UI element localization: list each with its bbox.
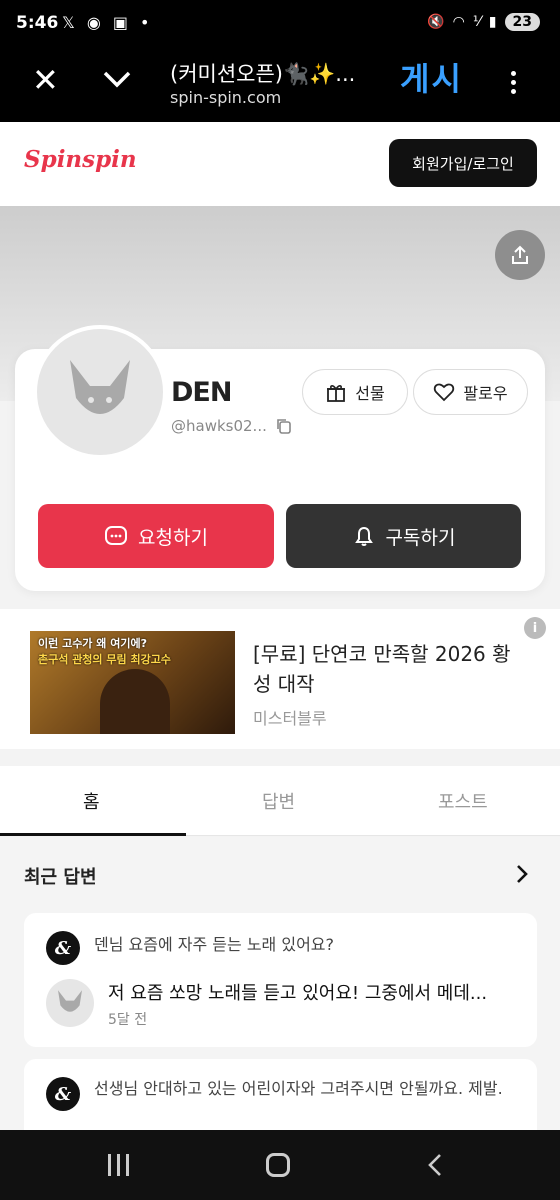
spinspin-icon: & [46, 1077, 80, 1111]
chevron-right-icon[interactable] [512, 863, 532, 885]
ad-logo[interactable]: 게시 [400, 54, 463, 100]
gift-icon [327, 385, 346, 402]
screen-capture-icon: ▣ [112, 13, 128, 32]
tab-home[interactable]: 홈 [83, 788, 100, 814]
avatar [46, 979, 94, 1027]
follow-label: 팔로우 [463, 384, 508, 403]
system-icons: 🔇 ◠ ⅟ ▮ 23 [427, 13, 540, 31]
battery-badge: 23 [504, 13, 540, 31]
answer-time: 5달 전 [108, 1012, 148, 1028]
request-button[interactable]: 요청하기 [38, 504, 274, 568]
signal-icon: ▮ [488, 14, 497, 30]
share-icon [512, 245, 528, 264]
ad-block[interactable]: 이런 고수가 왜 여기에? 촌구석 관청의 무림 최강고수 [무료] 단연코 만… [0, 609, 560, 749]
gift-button[interactable]: 선물 [302, 369, 408, 415]
dot-icon: • [139, 13, 150, 32]
question-text: 선생님 안대하고 있는 어린이자와 그려주시면 안될까요. 제발. [94, 1079, 503, 1098]
site-header: Spinspin 회원가입/로그인 [0, 122, 560, 206]
question-text: 덴님 요즘에 자주 듣는 노래 있어요? [94, 935, 335, 954]
tab-bar: 홈 답변 포스트 [0, 766, 560, 836]
volte-icon: ⅟ [472, 14, 481, 30]
discord-icon: ◉ [86, 13, 101, 32]
page-title: (커미션오픈)🐈‍⬛✨... [170, 62, 356, 86]
notification-icons: 𝕏 ◉ ▣ • [62, 13, 149, 32]
info-icon[interactable]: i [524, 617, 546, 639]
avatar[interactable] [33, 325, 167, 459]
section-title: 최근 답변 [24, 867, 97, 888]
follow-button[interactable]: 팔로우 [413, 369, 528, 415]
profile-handle: @hawks02... [171, 417, 267, 435]
profile-name: DEN [171, 377, 232, 408]
ad-image[interactable]: 이런 고수가 왜 여기에? 촌구석 관청의 무림 최강고수 [30, 631, 235, 734]
fox-avatar-icon [70, 360, 130, 414]
browser-toolbar: ✕ (커미션오픈)🐈‍⬛✨... spin-spin.com 게시 [0, 50, 560, 122]
subscribe-label: 구독하기 [385, 526, 456, 549]
heart-icon [434, 383, 455, 402]
ad-title[interactable]: [무료] 단연코 만족할 2026 황성 대작 [253, 639, 523, 699]
system-nav-bar [0, 1130, 560, 1200]
login-button[interactable]: 회원가입/로그인 [389, 139, 537, 187]
answer-card[interactable]: & 덴님 요즘에 자주 듣는 노래 있어요? 저 요즘 쏘망 노래들 듣고 있어… [24, 913, 537, 1047]
subscribe-button[interactable]: 구독하기 [286, 504, 521, 568]
page-url[interactable]: spin-spin.com [170, 88, 281, 107]
recent-answers-section: 최근 답변 & 덴님 요즘에 자주 듣는 노래 있어요? 저 요즘 쏘망 노래들… [0, 837, 560, 1159]
home-icon[interactable] [266, 1153, 290, 1177]
mute-icon: 🔇 [427, 14, 445, 30]
more-menu-icon[interactable] [503, 68, 523, 104]
request-label: 요청하기 [138, 526, 208, 549]
recent-apps-icon[interactable] [108, 1154, 129, 1176]
active-tab-indicator [0, 833, 186, 836]
gift-label: 선물 [355, 384, 385, 403]
back-icon[interactable] [424, 1152, 446, 1178]
ad-image-caption-2: 촌구석 관청의 무림 최강고수 [38, 653, 171, 666]
chevron-down-icon[interactable] [100, 62, 134, 96]
spinspin-icon: & [46, 931, 80, 965]
answer-text: 저 요즘 쏘망 노래들 듣고 있어요! 그중에서 메데... [108, 983, 488, 1004]
bell-icon [354, 526, 373, 546]
close-icon[interactable]: ✕ [32, 64, 59, 96]
copy-icon[interactable] [275, 417, 293, 435]
profile-card: DEN @hawks02... 선물 팔로우 요청하기 구독하기 [15, 325, 545, 591]
tab-posts[interactable]: 포스트 [438, 788, 488, 814]
status-bar: 5:46 𝕏 ◉ ▣ • 🔇 ◠ ⅟ ▮ 23 [0, 0, 560, 50]
status-time: 5:46 [16, 13, 59, 33]
fox-avatar-icon [58, 990, 82, 1012]
ad-subtitle: 미스터블루 [253, 709, 327, 728]
site-logo[interactable]: Spinspin [24, 146, 137, 173]
ad-image-caption-1: 이런 고수가 왜 여기에? [38, 637, 147, 650]
chat-bubble-icon [105, 526, 128, 545]
x-logo-icon: 𝕏 [62, 13, 75, 32]
wifi-icon: ◠ [452, 14, 465, 30]
share-button[interactable] [495, 230, 545, 280]
tab-answers[interactable]: 답변 [262, 788, 295, 814]
ad-image-figure [100, 669, 170, 734]
